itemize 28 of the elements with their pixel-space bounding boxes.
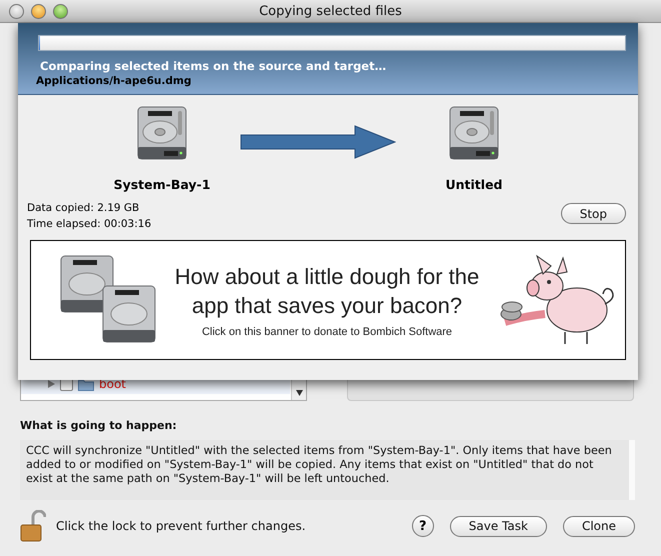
hard-drive-icon: [448, 105, 500, 161]
minimize-button[interactable]: [31, 4, 46, 18]
padlock-icon[interactable]: [20, 510, 46, 542]
banner-headline: How about a little dough for the app that saves your bacon?: [174, 263, 480, 320]
stat-text: Time elapsed: 00:03:16: [27, 217, 152, 232]
item-name: boot: [99, 377, 126, 391]
action-button[interactable]: Save Task: [450, 516, 547, 536]
action-button[interactable]: Clone: [562, 516, 635, 536]
disclosure-triangle[interactable]: [47, 380, 55, 388]
section-heading: What is going to happen:: [20, 419, 178, 432]
donate-banner[interactable]: How about a little dough for the app that saves your bacon? Click on this banner to donate to Bombich Software: [30, 240, 626, 360]
arrow-icon: [240, 125, 396, 159]
close-button[interactable]: [9, 4, 24, 18]
stat-text: Data copied: 2.19 GB: [27, 201, 140, 216]
folder-icon: [78, 378, 94, 390]
target-disk-name: Untitled: [446, 177, 502, 192]
description-text: CCC will synchronize "Untitled" with the selected items from "System-Bay-1". Only items that have been added to or modified on "System-Bay-1" will be copied. Any items that exist on "Untitled" that do not exist at the same path on "System-Bay-1" will be left untouched.: [20, 440, 635, 500]
window-title: Copying selected files: [258, 4, 403, 18]
file-path: Applications/h-ape6u.dmg: [36, 75, 192, 87]
zoom-button[interactable]: [53, 4, 68, 18]
status-text: Comparing selected items on the source and target…: [40, 59, 388, 73]
banner-subtitle: Click on this banner to donate to Bombich Software: [202, 326, 452, 338]
source-disk-name: System-Bay-1: [114, 177, 210, 192]
lock-hint: Click the lock to prevent further changes.: [56, 519, 306, 533]
scroll-down-arrow-icon[interactable]: [296, 390, 302, 396]
help-button[interactable]: ?: [412, 515, 434, 537]
stop-button[interactable]: Stop: [560, 203, 626, 224]
hard-drive-icon: [136, 105, 188, 161]
